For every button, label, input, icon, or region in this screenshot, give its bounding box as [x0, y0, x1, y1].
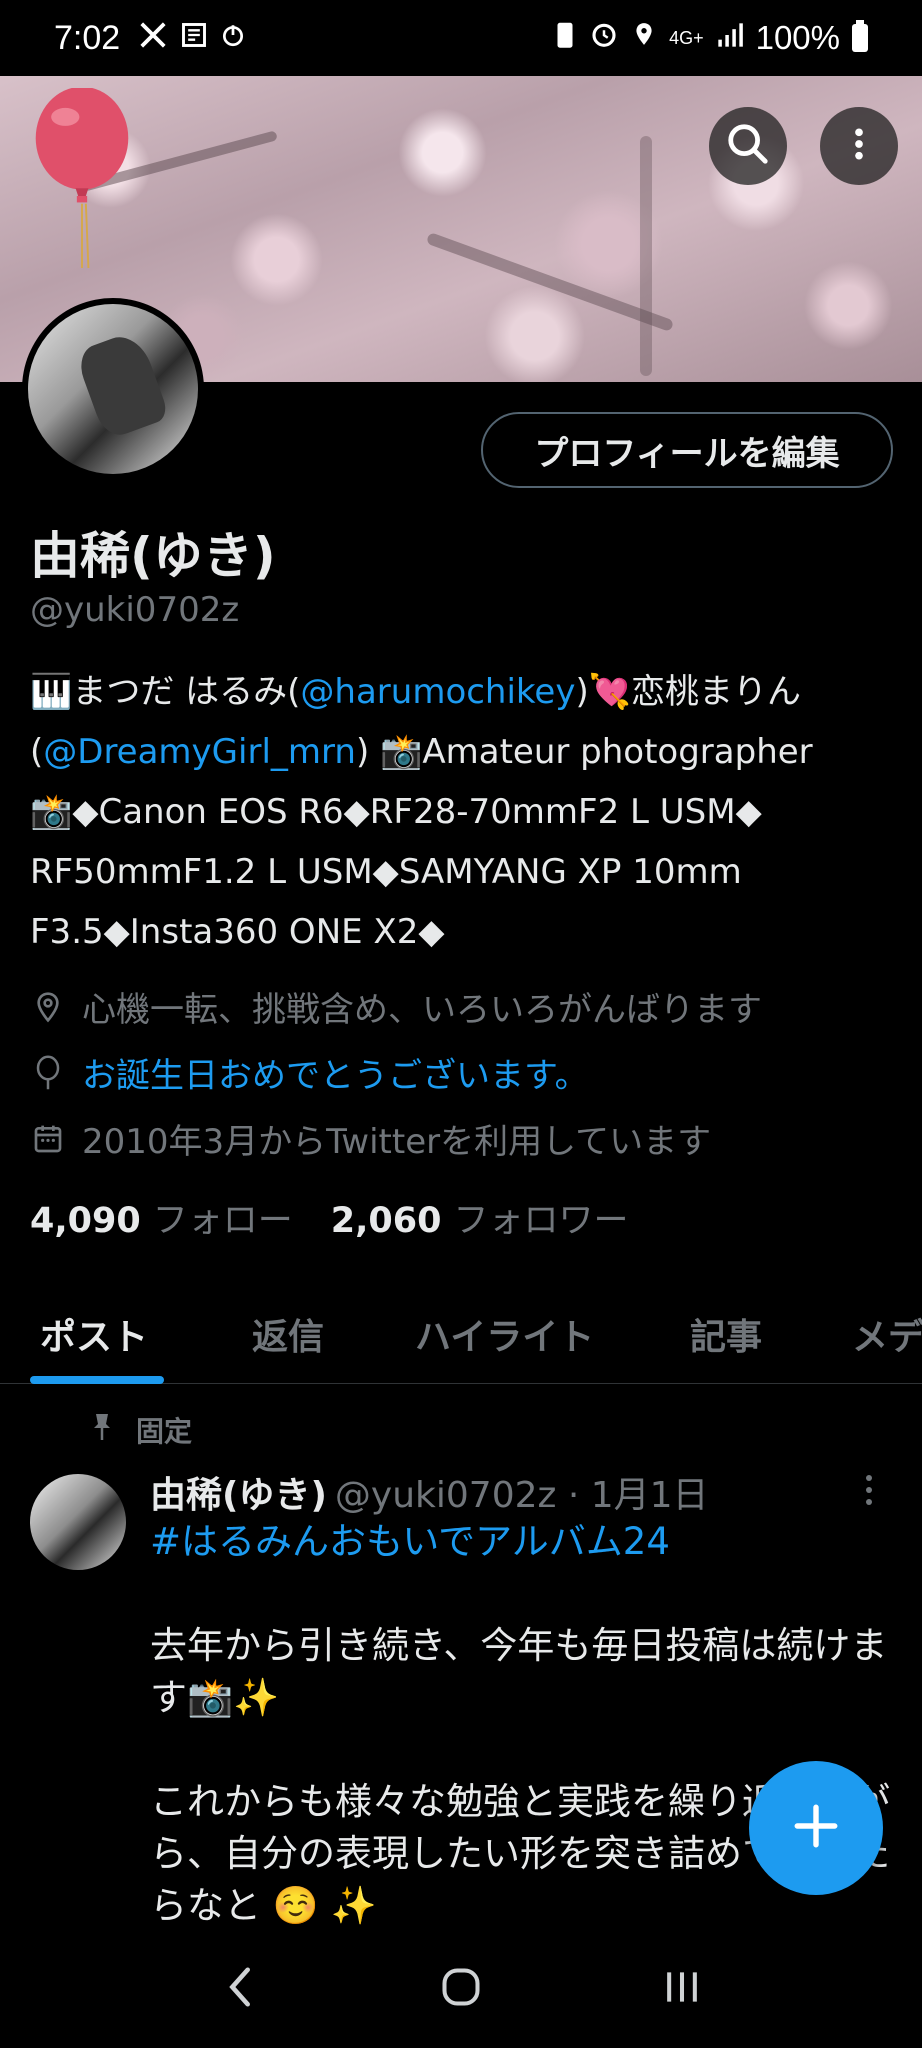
bio-line-1: 🎹まつだ はるみ(@harumochikey)💘恋桃まりん [30, 672, 802, 712]
more-vertical-icon [862, 1475, 876, 1517]
status-bar: 7:02 4G+ 100% [0, 0, 922, 76]
avatar-image [28, 304, 198, 474]
compose-plus-icon [791, 1801, 841, 1855]
bio-line-4: RF50mmF1.2 L USM◆SAMYANG XP 10mm [30, 852, 742, 892]
profile-handle: @yuki0702z [30, 590, 240, 630]
edit-profile-button[interactable]: プロフィールを編集 [481, 412, 893, 488]
x-icon [138, 20, 168, 56]
balloon-icon [30, 1055, 66, 1091]
tab-replies[interactable]: 返信 [252, 1308, 324, 1360]
following-link[interactable]: 4,090 フォロー [30, 1192, 293, 1243]
tab-media[interactable]: メデ [852, 1308, 922, 1360]
follow-counts: 4,090 フォロー 2,060 フォロワー [30, 1192, 628, 1243]
back-button[interactable] [200, 1949, 280, 2029]
bio-line-5: F3.5◆Insta360 ONE X2◆ [30, 912, 445, 952]
battery-icon [852, 20, 868, 52]
alarm-icon [589, 19, 619, 57]
post-hashtag[interactable]: #はるみんおもいでアルバム24 [150, 1516, 890, 1568]
status-time: 7:02 [54, 18, 121, 57]
location-icon [30, 989, 66, 1025]
system-nav-bar [0, 1930, 922, 2048]
profile-name: 由稀(ゆき) [30, 527, 276, 585]
home-button[interactable] [421, 1949, 501, 2029]
profile-tabs: ポスト 返信 ハイライト 記事 メデ [0, 1280, 922, 1384]
pinned-label: 固定 [90, 1410, 192, 1450]
battery-percent: 100% [755, 19, 840, 56]
bio-line-2: (@DreamyGirl_mrn) 📸Amateur photographer [30, 732, 813, 772]
post-header[interactable]: 由稀(ゆき) @yuki0702z · 1月1日 [150, 1466, 709, 1518]
post-more-button[interactable] [862, 1472, 876, 1517]
compose-button[interactable] [749, 1761, 883, 1895]
bio-line-3: 📸◆Canon EOS R6◆RF28-70mmF2 L USM◆ [30, 792, 762, 832]
profile-birthday[interactable]: お誕生日おめでとうございます。 [30, 1048, 589, 1097]
birthday-balloon-icon [35, 88, 129, 268]
followers-link[interactable]: 2,060 フォロワー [331, 1192, 629, 1243]
post-author-name: 由稀(ゆき) [150, 1475, 327, 1516]
power-icon [220, 22, 246, 54]
home-icon [439, 1965, 483, 2013]
location-status-icon [631, 19, 657, 57]
search-icon [725, 121, 771, 171]
post-author-avatar[interactable] [30, 1474, 126, 1570]
search-button[interactable] [709, 107, 787, 185]
news-icon [180, 21, 208, 55]
back-icon [222, 1964, 258, 2014]
active-tab-indicator [30, 1376, 164, 1384]
post-paragraph-1: 去年から引き続き、今年も毎日投稿は続けます📸✨ [150, 1624, 888, 1719]
pin-icon [90, 1412, 114, 1449]
post-body[interactable]: #はるみんおもいでアルバム24 去年から引き続き、今年も毎日投稿は続けます📸✨ … [150, 1516, 890, 1984]
tab-articles[interactable]: 記事 [690, 1308, 762, 1360]
profile-avatar[interactable] [22, 298, 204, 480]
profile-location: 心機一転、挑戦含め、いろいろがんばります [30, 982, 762, 1031]
tab-highlights[interactable]: ハイライト [415, 1308, 594, 1360]
network-type: 4G+ [669, 28, 704, 48]
recents-button[interactable] [642, 1949, 722, 2029]
tab-posts[interactable]: ポスト [40, 1308, 148, 1360]
post-author-meta: @yuki0702z · 1月1日 [334, 1475, 709, 1516]
more-options-button[interactable] [820, 107, 898, 185]
profile-bio: 🎹まつだ はるみ(@harumochikey)💘恋桃まりん (@DreamyGi… [30, 662, 892, 962]
more-vertical-icon [839, 121, 879, 171]
mention-link-harumochikey[interactable]: @harumochikey [300, 672, 575, 712]
profile-joined: 2010年3月からTwitterを利用しています [30, 1114, 711, 1163]
calendar-icon [30, 1121, 66, 1157]
signal-icon [716, 19, 744, 57]
battery-saver-icon [553, 19, 577, 57]
recents-icon [660, 1965, 704, 2013]
mention-link-dreamygirl[interactable]: @DreamyGirl_mrn [43, 732, 356, 772]
